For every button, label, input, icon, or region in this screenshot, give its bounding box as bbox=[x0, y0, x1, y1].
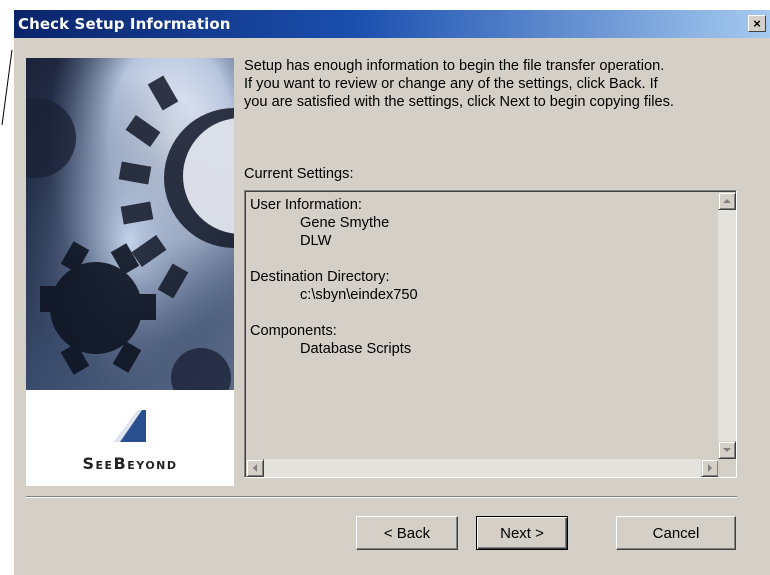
user-name-value: Gene Smythe bbox=[300, 215, 390, 231]
scroll-down-button[interactable] bbox=[718, 441, 736, 459]
side-panel: SeeBeyond bbox=[26, 58, 234, 486]
current-settings-inner: User Information: Gene Smythe DLW Destin… bbox=[245, 191, 736, 477]
arrow-right-icon bbox=[708, 464, 712, 472]
scroll-up-button[interactable] bbox=[718, 192, 736, 210]
destination-label: Destination Directory: bbox=[250, 269, 390, 285]
user-information-label: User Information: bbox=[250, 197, 362, 213]
user-information-group: User Information: Gene Smythe DLW bbox=[250, 196, 418, 250]
back-button[interactable]: < Back bbox=[356, 516, 458, 550]
component-value: Database Scripts bbox=[300, 341, 412, 357]
callout-line bbox=[1, 49, 13, 126]
vertical-scrollbar[interactable] bbox=[718, 192, 736, 459]
scroll-left-button[interactable] bbox=[246, 459, 264, 477]
arrow-left-icon bbox=[253, 464, 257, 472]
cancel-button[interactable]: Cancel bbox=[616, 516, 736, 550]
current-settings-box[interactable]: User Information: Gene Smythe DLW Destin… bbox=[244, 190, 737, 478]
company-value: DLW bbox=[300, 233, 332, 249]
scroll-right-button[interactable] bbox=[701, 459, 719, 477]
components-label: Components: bbox=[250, 323, 337, 339]
horizontal-scrollbar[interactable] bbox=[246, 459, 719, 477]
arrow-down-icon bbox=[723, 448, 731, 452]
arrow-up-icon bbox=[723, 199, 731, 203]
close-button[interactable]: × bbox=[748, 15, 766, 32]
logo-wordmark: SeeBeyond bbox=[82, 454, 178, 473]
scrollbar-corner bbox=[718, 459, 736, 477]
title-bar: Check Setup Information × bbox=[14, 10, 770, 38]
next-button[interactable]: Next > bbox=[476, 516, 568, 550]
components-group: Components: Database Scripts bbox=[250, 322, 418, 358]
close-icon: × bbox=[753, 15, 761, 31]
gear-artwork-image bbox=[26, 58, 234, 390]
current-settings-label: Current Settings: bbox=[244, 166, 354, 182]
dialog-title: Check Setup Information bbox=[18, 15, 231, 33]
destination-group: Destination Directory: c:\sbyn\eindex750 bbox=[250, 268, 418, 304]
button-separator bbox=[26, 496, 737, 498]
setup-description: Setup has enough information to begin th… bbox=[244, 58, 674, 110]
settings-content: User Information: Gene Smythe DLW Destin… bbox=[250, 196, 418, 376]
logo-area: SeeBeyond bbox=[26, 390, 234, 486]
seebeyond-logo-icon bbox=[114, 410, 146, 442]
destination-path-value: c:\sbyn\eindex750 bbox=[300, 287, 418, 303]
